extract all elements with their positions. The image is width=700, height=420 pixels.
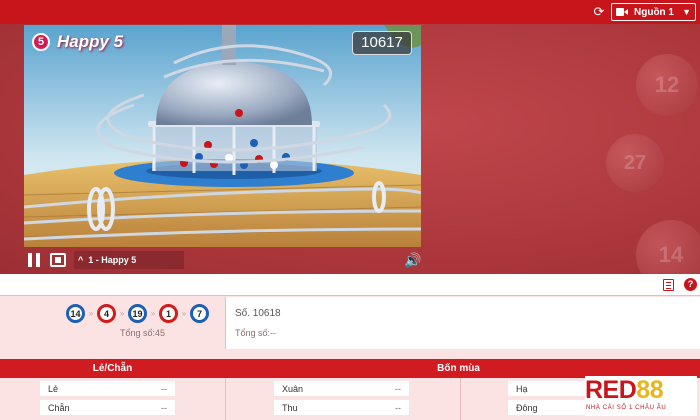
bet-option-odds: -- (395, 402, 401, 413)
game-title-text: Happy 5 (57, 32, 124, 51)
result-ball: 4 (97, 304, 116, 323)
bet-option-spring[interactable]: Xuân -- (274, 381, 409, 396)
volume-icon[interactable]: 🔊 (404, 253, 421, 267)
bet-option-label: Lẻ (48, 383, 59, 394)
result-ball: 1 (159, 304, 178, 323)
camera-icon[interactable] (50, 253, 66, 267)
result-ball: 7 (190, 304, 209, 323)
source-select-label: Nguồn 1 (634, 6, 674, 18)
channel-select-label: 1 - Happy 5 (88, 255, 137, 265)
channel-select[interactable]: ^ 1 - Happy 5 (74, 251, 184, 269)
bet-option-odd[interactable]: Lẻ -- (40, 381, 175, 396)
next-round-number: Số. 10618 (235, 308, 281, 319)
bet-option-label: Thu (282, 402, 298, 413)
result-panel: 14 » 4 » 19 » 1 » 7 Tổng số:45 Số. 10618… (0, 297, 700, 349)
game-title: 5 Happy 5 (32, 32, 123, 52)
result-balls: 14 » 4 » 19 » 1 » 7 (66, 304, 209, 323)
bet-group-title-odd-even: Lẻ/Chẵn (92, 363, 133, 374)
next-round-panel: Số. 10618 Tổng số:-- (225, 297, 700, 349)
ball-separator: » (150, 309, 156, 318)
top-bar: ⟳ Nguồn 1 ▼ (0, 0, 700, 24)
ball-separator: » (88, 309, 94, 318)
chevron-up-icon: ^ (78, 255, 84, 265)
bet-option-label: Đông (516, 402, 538, 413)
decorative-ball: 27 (606, 134, 664, 192)
decorative-ball: 14 (636, 220, 700, 274)
refresh-icon[interactable]: ⟳ (592, 5, 606, 19)
next-round-total: Tổng số:-- (235, 328, 277, 338)
brand-logo: RED88 NHÀ CÁI SỐ 1 CHÂU ÂU (585, 376, 697, 416)
video-camera-icon (616, 8, 628, 16)
source-select[interactable]: Nguồn 1 ▼ (611, 3, 696, 21)
help-icon[interactable]: ? (684, 278, 697, 291)
ball-separator: » (181, 309, 187, 318)
ball-separator: » (119, 309, 125, 318)
bet-option-label: Hạ (516, 383, 528, 394)
bet-option-even[interactable]: Chẵn -- (40, 400, 175, 415)
chevron-down-icon: ▼ (682, 7, 691, 17)
result-total: Tổng số:45 (120, 328, 166, 338)
result-ball: 14 (66, 304, 85, 323)
bet-option-odds: -- (395, 383, 401, 394)
bet-option-odds: -- (161, 383, 167, 394)
decorative-ball: 12 (636, 54, 698, 116)
pause-icon[interactable] (28, 253, 40, 267)
logo-tagline: NHÀ CÁI SỐ 1 CHÂU ÂU (586, 405, 667, 411)
result-ball: 19 (128, 304, 147, 323)
round-number: 10617 (352, 31, 412, 55)
secondary-toolbar: ? (0, 274, 700, 296)
column-divider (460, 378, 461, 420)
bet-option-label: Chẵn (48, 402, 70, 413)
logo-text-88: 88 (636, 376, 664, 404)
bet-option-label: Xuân (282, 383, 304, 394)
video-stage: 12 27 14 5 Happy 5 10617 ^ 1 - Happy 5 🔊 (0, 24, 700, 274)
document-icon[interactable] (663, 279, 674, 291)
live-video[interactable]: 5 Happy 5 10617 (24, 25, 421, 247)
bet-option-autumn[interactable]: Thu -- (274, 400, 409, 415)
bet-option-odds: -- (161, 402, 167, 413)
logo-text-red: RED (585, 376, 637, 404)
lottery-machine-scene (24, 25, 421, 247)
game-badge-icon: 5 (32, 33, 50, 51)
column-divider (225, 378, 226, 420)
video-controls: ^ 1 - Happy 5 🔊 (24, 250, 421, 270)
logo-wordmark: RED88 (585, 376, 664, 405)
